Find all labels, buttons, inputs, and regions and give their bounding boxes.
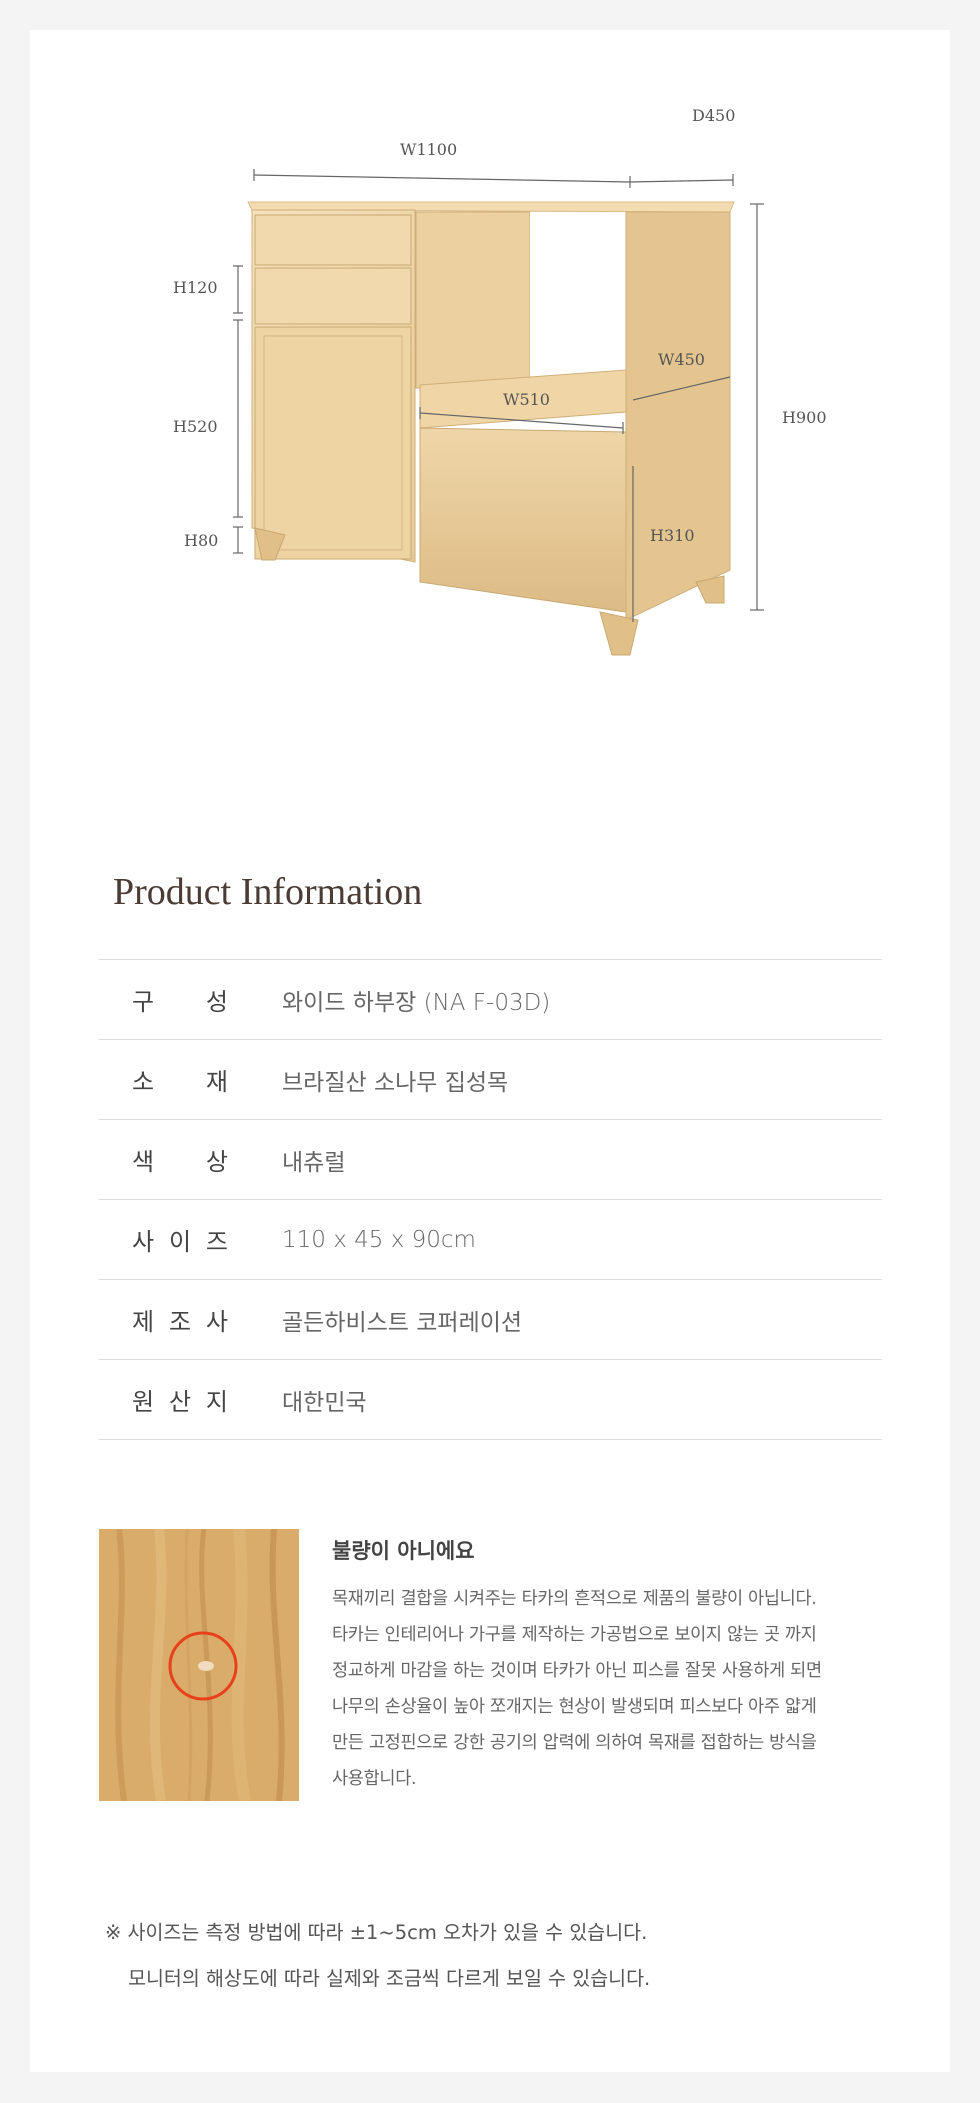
row-key: 소재 [99, 1062, 282, 1097]
row-key: 구성 [99, 982, 282, 1017]
notice-line: 만든 고정핀으로 강한 공기의 압력에 의하여 목재를 접합하는 방식을 [332, 1733, 817, 1753]
row-key-char: 색 [132, 1148, 155, 1176]
notice-line: 목재끼리 결합을 시켜주는 타카의 흔적으로 제품의 불량이 아닙니다. [332, 1589, 817, 1609]
inner-width-label: W510 [503, 390, 550, 409]
row-key: 제조사 [99, 1302, 282, 1337]
footnote-line: ※ 사이즈는 측정 방법에 따라 ±1~5cm 오차가 있을 수 있습니다. [105, 1921, 648, 1944]
row-key-char: 즈 [205, 1228, 228, 1256]
row-key-char: 이 [168, 1228, 192, 1256]
row-value: 브라질산 소나무 집성목 [282, 1069, 509, 1096]
row-key-char: 사 [205, 1308, 228, 1336]
table-row: 사이즈 110 x 45 x 90cm [99, 1200, 882, 1280]
row-key: 사이즈 [99, 1222, 282, 1257]
leg-height-label: H80 [184, 531, 219, 550]
row-key-char: 산 [168, 1388, 192, 1416]
page-card: W1100 D450 H900 H120 H520 H80 W510 W450 … [30, 30, 950, 2072]
footnote: ※ 사이즈는 측정 방법에 따라 ±1~5cm 오차가 있을 수 있습니다. 모… [105, 1910, 650, 2002]
cabinet-illustration [233, 169, 764, 656]
bottom-drawer-height-label: H310 [650, 526, 695, 545]
row-key-char: 원 [132, 1388, 155, 1416]
table-row: 구성 와이드 하부장 (NA F-03D) [99, 960, 882, 1040]
row-value: 내츄럴 [282, 1149, 346, 1176]
width-label: W1100 [400, 140, 458, 159]
row-key-char: 사 [132, 1228, 155, 1256]
row-key-char: 상 [205, 1148, 228, 1176]
notice-title: 불량이 아니에요 [332, 1539, 475, 1563]
footnote-line: 모니터의 해상도에 따라 실제와 조금씩 다르게 보일 수 있습니다. [128, 1967, 651, 1990]
row-key-char: 제 [132, 1308, 155, 1336]
row-key: 원산지 [99, 1382, 282, 1417]
row-key-char: 지 [205, 1388, 228, 1416]
row-key-char: 조 [168, 1308, 192, 1336]
notice-line: 사용합니다. [332, 1769, 417, 1789]
row-key: 색상 [99, 1142, 282, 1177]
inner-depth-label: W450 [658, 350, 705, 369]
notice-body: 목재끼리 결합을 시켜주는 타카의 흔적으로 제품의 불량이 아닙니다. 타카는… [332, 1581, 922, 1797]
row-key-char: 성 [205, 988, 228, 1016]
row-value: 대한민국 [282, 1389, 367, 1416]
row-key-char: 소 [132, 1068, 155, 1096]
notice-line: 정교하게 마감을 하는 것이며 타카가 아닌 피스를 잘못 사용하게 되면 [332, 1661, 822, 1681]
notice-line: 나무의 손상율이 높아 쪼개지는 현상이 발생되며 피스보다 아주 얇게 [332, 1697, 817, 1717]
notice-line: 타카는 인테리어나 가구를 제작하는 가공법으로 보이지 않는 곳 까지 [332, 1625, 817, 1645]
section-title: Product Information [113, 871, 423, 913]
height-label: H900 [782, 408, 827, 427]
table-row: 제조사 골든하비스트 코퍼레이션 [99, 1280, 882, 1360]
row-value: 골든하비스트 코퍼레이션 [282, 1309, 523, 1336]
door-height-label: H520 [173, 417, 218, 436]
table-row: 원산지 대한민국 [99, 1360, 882, 1440]
table-row: 색상 내츄럴 [99, 1120, 882, 1200]
row-key-char: 재 [205, 1068, 228, 1096]
product-info-table: 구성 와이드 하부장 (NA F-03D) 소재 브라질산 소나무 집성목 색상… [99, 959, 882, 1440]
wood-grain-photo [99, 1529, 299, 1801]
depth-label: D450 [692, 106, 736, 125]
table-row: 소재 브라질산 소나무 집성목 [99, 1040, 882, 1120]
row-key-char: 구 [132, 988, 155, 1016]
row-value: 110 x 45 x 90cm [282, 1226, 476, 1253]
drawer-height-label: H120 [173, 278, 218, 297]
row-value: 와이드 하부장 (NA F-03D) [282, 989, 551, 1016]
